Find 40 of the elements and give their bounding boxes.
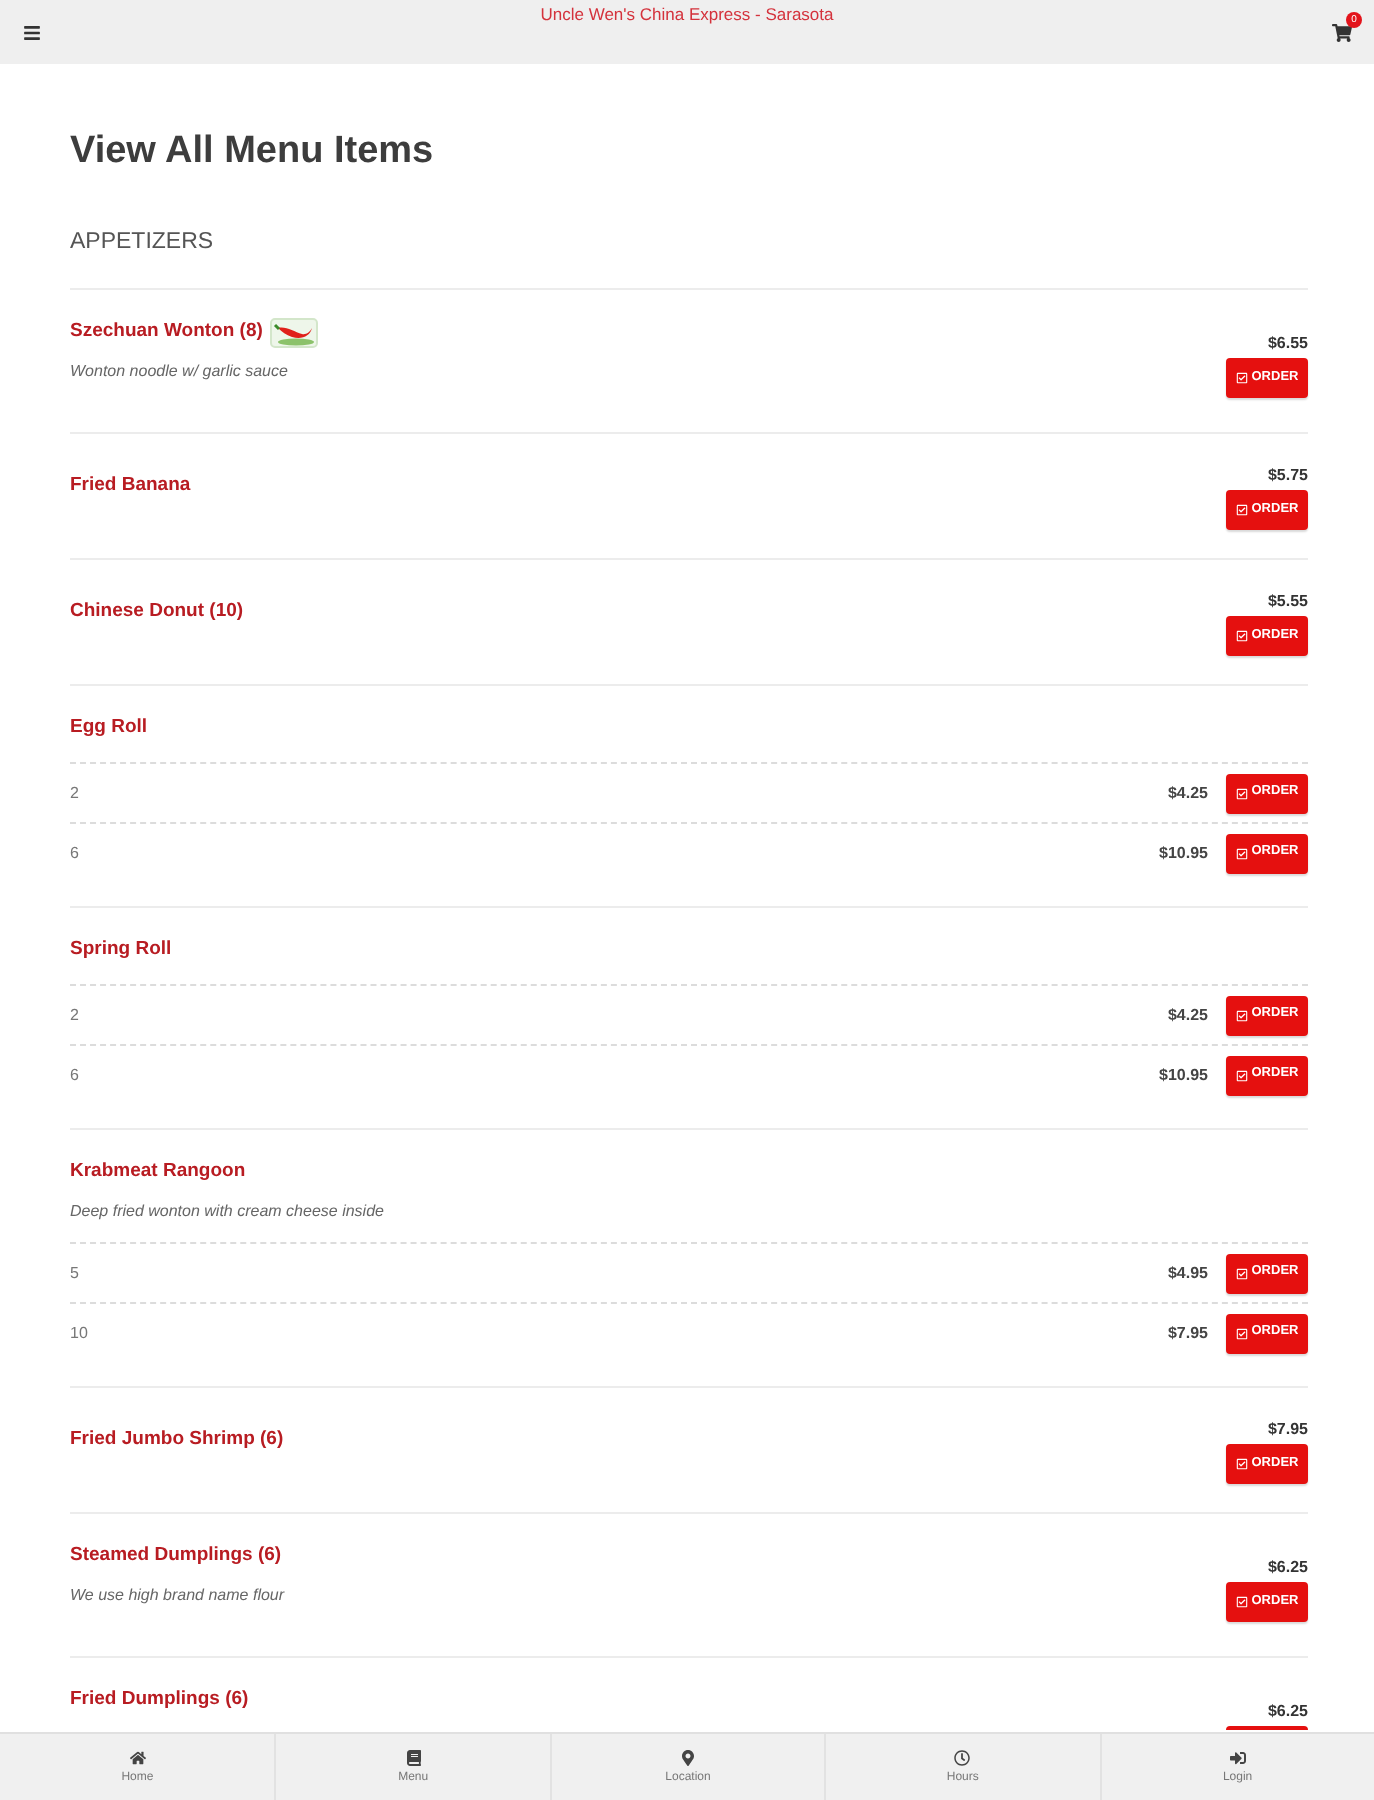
option-price: $7.95 [1167,1322,1208,1344]
item-description: Deep fried wonton with cream cheese inside [70,1200,386,1222]
item-price: $6.55 [1267,332,1308,354]
menu-icon[interactable] [22,24,42,42]
option-price: $4.25 [1167,1004,1208,1026]
quantity-label: 5 [70,1262,81,1284]
quantity-label: 2 [70,1004,81,1026]
item-description: Wonton noodle w/ garlic sauce [70,360,290,382]
item-name: Chinese Donut (10) [70,600,244,624]
item-price: $5.55 [1267,590,1308,612]
item-name: Krabmeat Rangoon [70,1160,246,1184]
item-name: Steamed Dumplings (6) [70,1544,282,1568]
clock-icon [954,1750,971,1766]
cart-icon[interactable] [1332,24,1352,42]
home-icon [129,1750,146,1766]
restaurant-title: Uncle Wen's China Express - Sarasota [540,2,834,26]
option-price: $10.95 [1159,842,1208,864]
section-title: APPETIZERS [70,228,216,256]
item-name: Fried Banana [70,474,191,498]
quantity-label: 10 [70,1322,90,1344]
item-description: We use high brand name flour [70,1584,285,1606]
option-price: $4.95 [1167,1262,1208,1284]
item-name: Szechuan Wonton (8) [70,320,263,344]
item-name: Fried Dumplings (6) [70,1688,249,1712]
item-price: $5.75 [1267,464,1308,486]
item-price: $6.25 [1267,1556,1308,1578]
item-name: Egg Roll [70,716,148,740]
option-price: $4.25 [1167,782,1208,804]
sign-in-icon [1229,1750,1246,1766]
map-pin-icon [679,1750,696,1766]
quantity-label: 6 [70,1064,81,1086]
page-title: View All Menu Items [70,128,436,176]
item-price: $6.25 [1267,1700,1308,1722]
item-name: Spring Roll [70,938,172,962]
quantity-label: 6 [70,842,81,864]
item-price: $7.95 [1267,1418,1308,1440]
item-name: Fried Jumbo Shrimp (6) [70,1428,284,1452]
quantity-label: 2 [70,782,81,804]
option-price: $10.95 [1159,1064,1208,1086]
book-icon [405,1750,422,1766]
